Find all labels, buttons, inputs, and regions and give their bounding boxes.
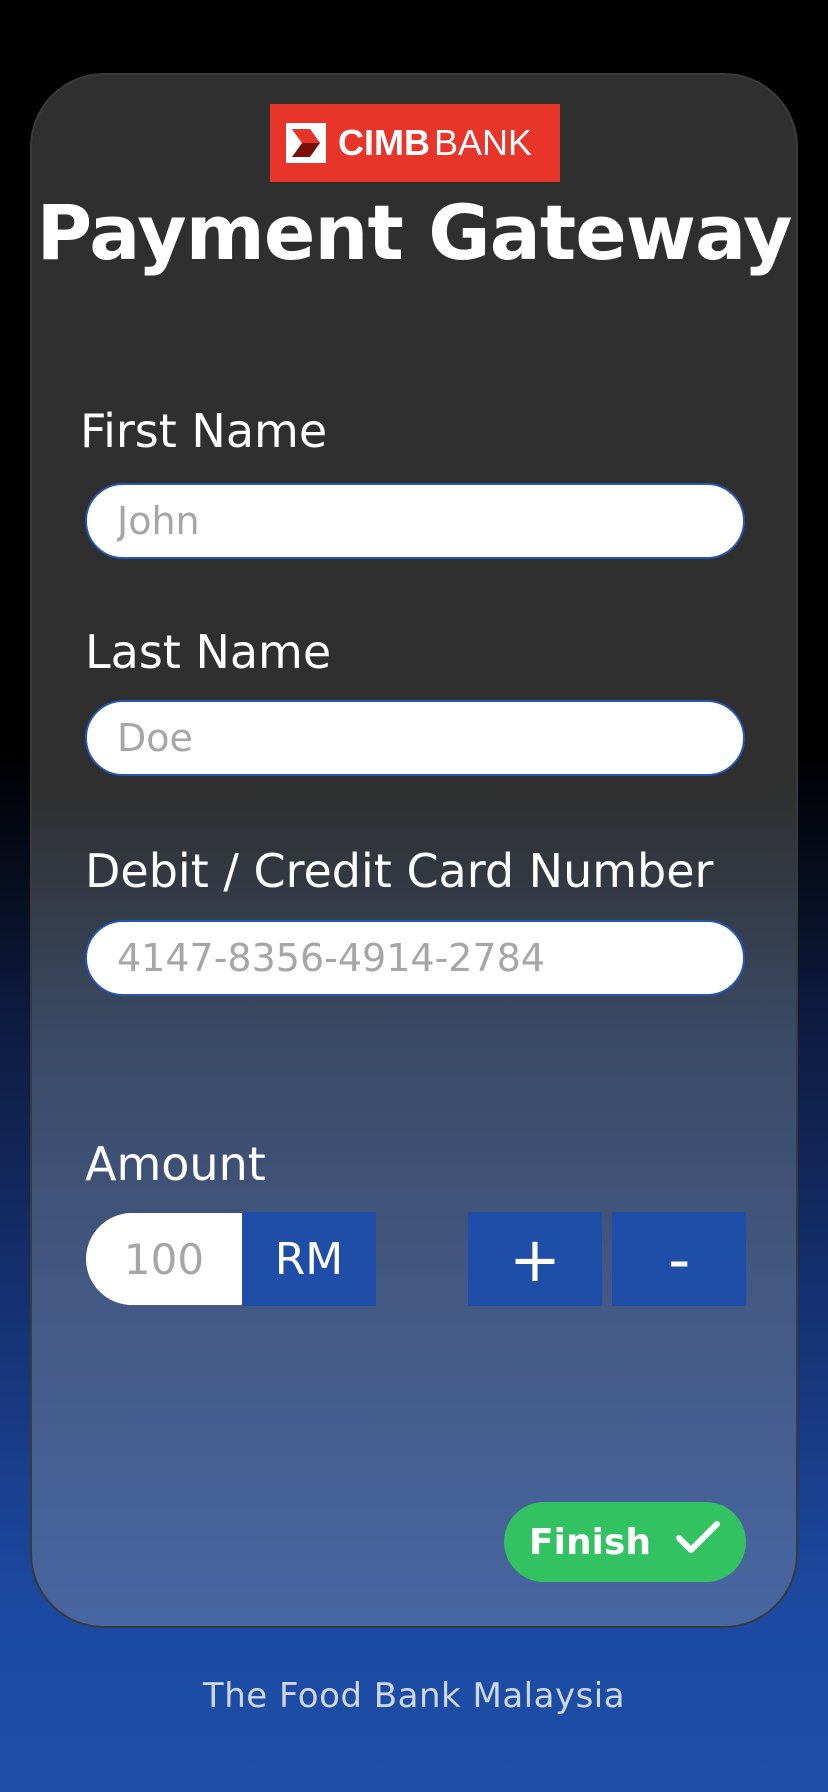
decrement-button[interactable]: - — [612, 1212, 746, 1306]
footer-text: The Food Bank Malaysia — [202, 1676, 626, 1716]
logo-brand-bold: CIMB — [338, 122, 430, 163]
finish-button[interactable]: Finish — [504, 1502, 746, 1582]
increment-button[interactable]: + — [468, 1212, 602, 1306]
amount-label: Amount — [85, 1137, 266, 1191]
card-number-label: Debit / Credit Card Number — [85, 844, 714, 898]
first-name-input[interactable] — [85, 483, 745, 559]
amount-input[interactable] — [86, 1213, 242, 1305]
cimb-bank-logo: CIMB BANK — [270, 104, 560, 182]
last-name-label: Last Name — [85, 625, 332, 679]
finish-label: Finish — [529, 1521, 651, 1563]
currency-label: RM — [242, 1212, 376, 1306]
card-number-input[interactable] — [85, 920, 745, 996]
last-name-input[interactable] — [85, 700, 745, 776]
page-title: Payment Gateway — [36, 188, 792, 277]
cimb-chevron-icon — [286, 123, 326, 163]
first-name-label: First Name — [80, 404, 328, 458]
check-icon — [675, 1520, 721, 1565]
logo-brand-light: BANK — [434, 122, 533, 163]
